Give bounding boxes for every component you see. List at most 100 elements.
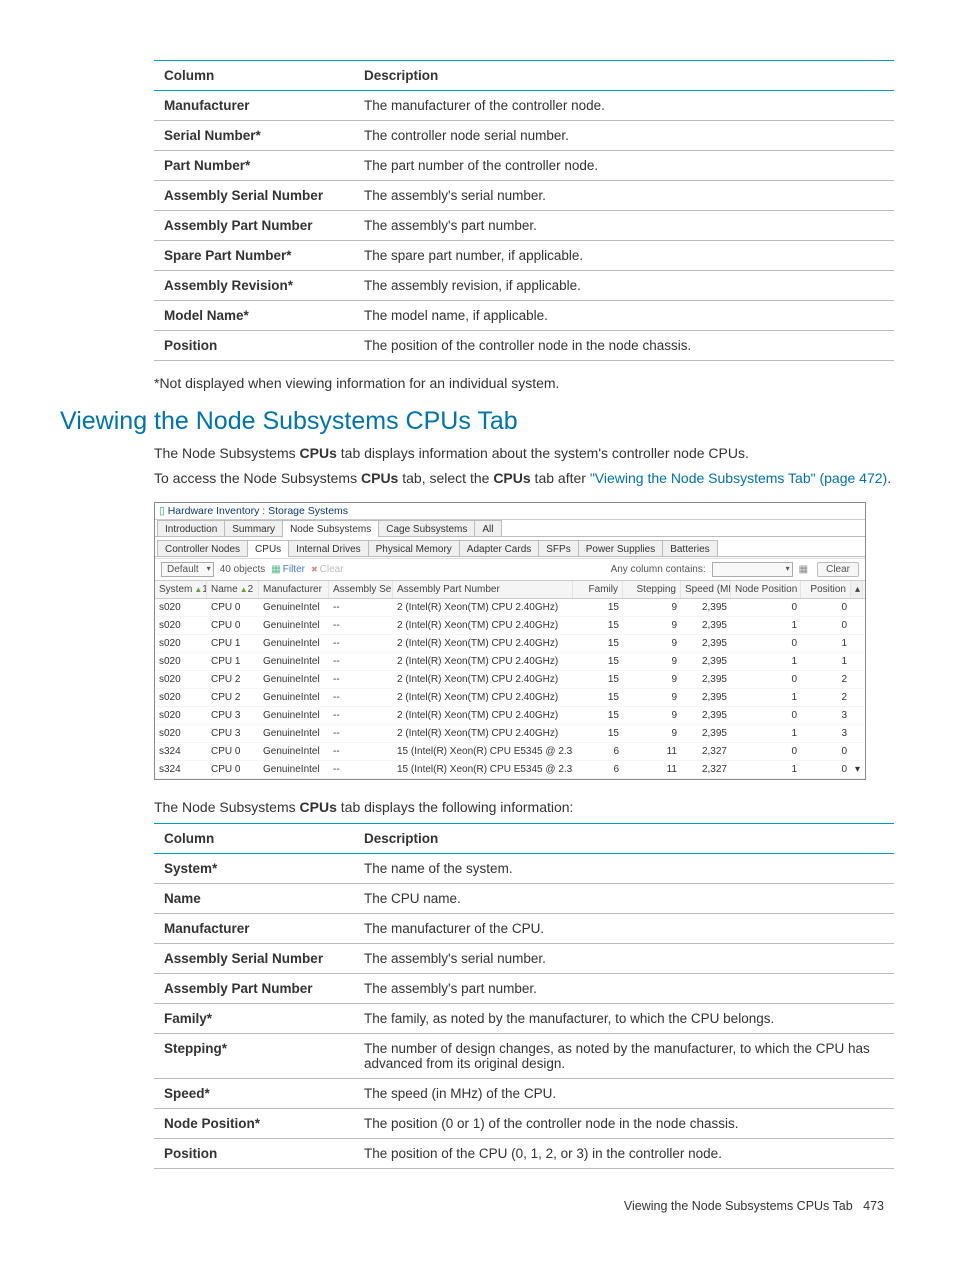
page-footer: Viewing the Node Subsystems CPUs Tab 473 <box>60 1199 894 1213</box>
sub-tab[interactable]: Controller Nodes <box>157 540 248 557</box>
section-heading: Viewing the Node Subsystems CPUs Tab <box>60 407 894 436</box>
object-count: 40 objects <box>220 564 266 575</box>
col-name[interactable]: Name▲2 <box>207 581 259 598</box>
grid-row[interactable]: s020CPU 1GenuineIntel--2 (Intel(R) Xeon(… <box>155 653 865 671</box>
xref-link[interactable]: "Viewing the Node Subsystems Tab" (page … <box>590 470 887 486</box>
col-speed[interactable]: Speed (MHz) <box>681 581 731 598</box>
table-row: PositionThe position of the controller n… <box>154 331 894 361</box>
main-tab[interactable]: Summary <box>224 520 283 537</box>
table-row: Model Name*The model name, if applicable… <box>154 301 894 331</box>
col-name: Position <box>154 1138 354 1168</box>
col-name: Spare Part Number* <box>154 241 354 271</box>
col-name: Assembly Revision* <box>154 271 354 301</box>
main-tab[interactable]: All <box>474 520 501 537</box>
col-desc: The part number of the controller node. <box>354 151 894 181</box>
col-desc: The assembly's serial number. <box>354 943 894 973</box>
col-name: Node Position* <box>154 1108 354 1138</box>
controller-node-table: Column Description ManufacturerThe manuf… <box>154 60 894 361</box>
col-desc: The spare part number, if applicable. <box>354 241 894 271</box>
col-desc: The controller node serial number. <box>354 121 894 151</box>
scrollbar[interactable]: ▴ <box>851 581 863 598</box>
col-system[interactable]: System▲1 <box>155 581 207 598</box>
col-manufacturer[interactable]: Manufacturer <box>259 581 329 598</box>
main-tab[interactable]: Cage Subsystems <box>378 520 475 537</box>
grid-row[interactable]: s020CPU 2GenuineIntel--2 (Intel(R) Xeon(… <box>155 671 865 689</box>
sub-tab[interactable]: Power Supplies <box>578 540 663 557</box>
col-desc: The speed (in MHz) of the CPU. <box>354 1078 894 1108</box>
sort-asc-icon: ▲ <box>240 585 248 594</box>
table-row: Node Position*The position (0 or 1) of t… <box>154 1108 894 1138</box>
table-row: ManufacturerThe manufacturer of the CPU. <box>154 913 894 943</box>
grid-row[interactable]: s324CPU 0GenuineIntel--15 (Intel(R) Xeon… <box>155 761 865 779</box>
clear-link[interactable]: Clear <box>311 564 344 575</box>
contains-label: Any column contains: <box>611 564 706 575</box>
col-desc: The manufacturer of the controller node. <box>354 91 894 121</box>
main-tab[interactable]: Introduction <box>157 520 225 537</box>
grid-row[interactable]: s020CPU 2GenuineIntel--2 (Intel(R) Xeon(… <box>155 689 865 707</box>
table-row: System*The name of the system. <box>154 853 894 883</box>
grid-row[interactable]: s020CPU 0GenuineIntel--2 (Intel(R) Xeon(… <box>155 599 865 617</box>
table-row: NameThe CPU name. <box>154 883 894 913</box>
col-desc: The number of design changes, as noted b… <box>354 1033 894 1078</box>
sub-tab[interactable]: Internal Drives <box>288 540 368 557</box>
columns-icon[interactable] <box>799 564 811 575</box>
col-nodepos[interactable]: Node Position <box>731 581 801 598</box>
col-stepping[interactable]: Stepping <box>623 581 681 598</box>
filter-link[interactable]: Filter <box>271 564 305 575</box>
view-dropdown[interactable]: Default <box>161 562 214 577</box>
clear-button[interactable]: Clear <box>817 562 859 577</box>
grid-row[interactable]: s324CPU 0GenuineIntel--15 (Intel(R) Xeon… <box>155 743 865 761</box>
grid-row[interactable]: s020CPU 3GenuineIntel--2 (Intel(R) Xeon(… <box>155 725 865 743</box>
col-asn[interactable]: Assembly Serial Number <box>329 581 393 598</box>
col-desc: The name of the system. <box>354 853 894 883</box>
window-title: ▯ Hardware Inventory : Storage Systems <box>155 503 865 520</box>
table-row: Assembly Revision*The assembly revision,… <box>154 271 894 301</box>
cpu-columns-table: Column Description System*The name of th… <box>154 823 894 1169</box>
intro-paragraph: The Node Subsystems CPUs tab displays in… <box>154 444 894 463</box>
col-header: Description <box>354 61 894 91</box>
col-header: Column <box>154 61 354 91</box>
col-name: Name <box>154 883 354 913</box>
table-row: Stepping*The number of design changes, a… <box>154 1033 894 1078</box>
col-header: Column <box>154 823 354 853</box>
sub-tab[interactable]: SFPs <box>538 540 578 557</box>
grid-row[interactable]: s020CPU 1GenuineIntel--2 (Intel(R) Xeon(… <box>155 635 865 653</box>
col-family[interactable]: Family <box>573 581 623 598</box>
sub-tab[interactable]: Batteries <box>662 540 717 557</box>
contains-dropdown[interactable] <box>712 562 793 577</box>
grid-row[interactable]: s020CPU 3GenuineIntel--2 (Intel(R) Xeon(… <box>155 707 865 725</box>
col-name: Family* <box>154 1003 354 1033</box>
col-desc: The model name, if applicable. <box>354 301 894 331</box>
col-name: System* <box>154 853 354 883</box>
col-desc: The position (0 or 1) of the controller … <box>354 1108 894 1138</box>
col-desc: The assembly's part number. <box>354 211 894 241</box>
col-desc: The family, as noted by the manufacturer… <box>354 1003 894 1033</box>
main-tab[interactable]: Node Subsystems <box>282 520 379 537</box>
col-apn[interactable]: Assembly Part Number <box>393 581 573 598</box>
sub-tab[interactable]: Adapter Cards <box>459 540 539 557</box>
sub-tab[interactable]: Physical Memory <box>368 540 460 557</box>
col-name: Assembly Serial Number <box>154 943 354 973</box>
note-text: *Not displayed when viewing information … <box>154 375 894 391</box>
table-row: Serial Number*The controller node serial… <box>154 121 894 151</box>
col-name: Model Name* <box>154 301 354 331</box>
col-desc: The position of the CPU (0, 1, 2, or 3) … <box>354 1138 894 1168</box>
clear-icon <box>311 564 320 575</box>
table-row: Spare Part Number*The spare part number,… <box>154 241 894 271</box>
sub-tab[interactable]: CPUs <box>247 540 289 557</box>
col-header: Description <box>354 823 894 853</box>
grid-row[interactable]: s020CPU 0GenuineIntel--2 (Intel(R) Xeon(… <box>155 617 865 635</box>
col-position[interactable]: Position <box>801 581 851 598</box>
filter-icon <box>271 564 282 575</box>
col-name: Manufacturer <box>154 91 354 121</box>
table-row: Assembly Part NumberThe assembly's part … <box>154 973 894 1003</box>
col-name: Assembly Serial Number <box>154 181 354 211</box>
table-row: Assembly Part NumberThe assembly's part … <box>154 211 894 241</box>
main-tab-strip: IntroductionSummaryNode SubsystemsCage S… <box>155 520 865 537</box>
table-row: ManufacturerThe manufacturer of the cont… <box>154 91 894 121</box>
col-desc: The CPU name. <box>354 883 894 913</box>
access-paragraph: To access the Node Subsystems CPUs tab, … <box>154 469 894 488</box>
table-row: Assembly Serial NumberThe assembly's ser… <box>154 943 894 973</box>
table-row: Speed*The speed (in MHz) of the CPU. <box>154 1078 894 1108</box>
col-desc: The manufacturer of the CPU. <box>354 913 894 943</box>
